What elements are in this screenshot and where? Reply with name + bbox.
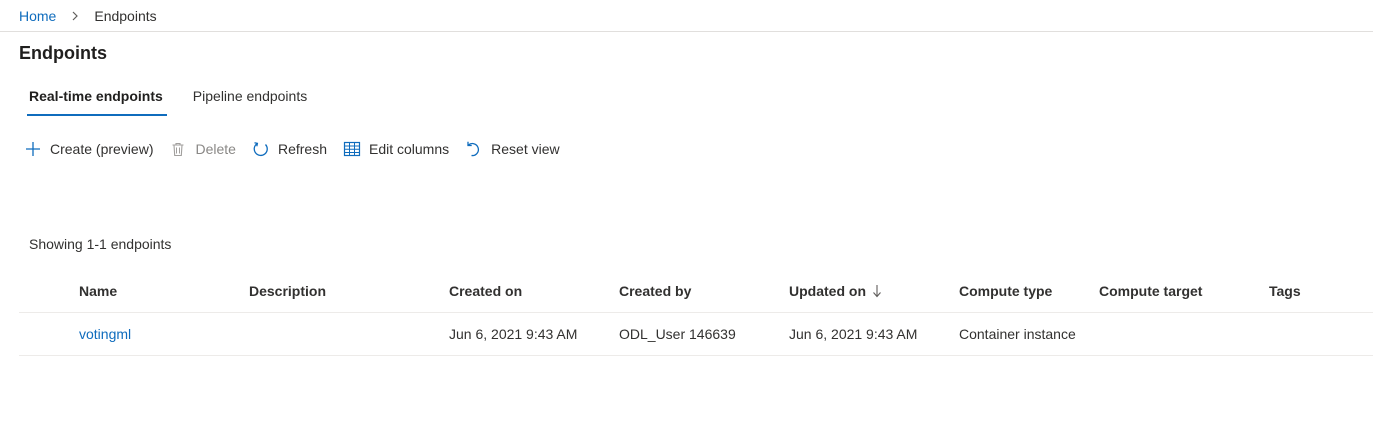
arrow-down-icon	[872, 284, 882, 298]
column-header-tags[interactable]: Tags	[1269, 270, 1301, 312]
breadcrumb: Home Endpoints	[19, 7, 157, 25]
tab-pipeline-endpoints[interactable]: Pipeline endpoints	[191, 86, 309, 106]
create-button-label: Create (preview)	[50, 141, 154, 157]
refresh-button-label: Refresh	[277, 141, 327, 157]
cell-updated-on: Jun 6, 2021 9:43 AM	[789, 326, 918, 342]
column-header-created-by[interactable]: Created by	[619, 270, 691, 312]
column-header-compute-type[interactable]: Compute type	[959, 270, 1052, 312]
column-header-updated-on[interactable]: Updated on	[789, 270, 882, 312]
column-header-name[interactable]: Name	[79, 270, 117, 312]
tab-real-time-endpoints[interactable]: Real-time endpoints	[27, 86, 167, 116]
endpoint-name-link[interactable]: votingml	[79, 313, 131, 355]
delete-button[interactable]: Delete	[169, 140, 236, 158]
edit-columns-button-label: Edit columns	[368, 141, 450, 157]
undo-icon	[465, 140, 483, 158]
cell-created-on: Jun 6, 2021 9:43 AM	[449, 326, 578, 342]
table-row[interactable]: votingml Jun 6, 2021 9:43 AM ODL_User 14…	[19, 313, 1373, 356]
edit-columns-button[interactable]: Edit columns	[343, 140, 449, 158]
column-header-description[interactable]: Description	[249, 270, 326, 312]
header-divider	[0, 31, 1373, 32]
column-header-created-on[interactable]: Created on	[449, 270, 522, 312]
endpoints-table: Name Description Created on Created by U…	[19, 270, 1373, 356]
table-icon	[343, 140, 361, 158]
chevron-right-icon	[70, 10, 82, 22]
reset-view-button-label: Reset view	[491, 141, 560, 157]
cell-compute-type: Container instance	[959, 326, 1076, 342]
breadcrumb-current: Endpoints	[94, 8, 157, 24]
tab-bar: Real-time endpoints Pipeline endpoints	[27, 86, 335, 116]
breadcrumb-home-link[interactable]: Home	[19, 8, 56, 24]
create-button[interactable]: Create (preview)	[24, 140, 153, 158]
refresh-icon	[252, 140, 270, 158]
plus-icon	[24, 140, 42, 158]
table-header-row: Name Description Created on Created by U…	[19, 270, 1373, 313]
command-bar: Create (preview) Delete Refresh Edit col…	[24, 138, 576, 160]
reset-view-button[interactable]: Reset view	[465, 140, 560, 158]
page-title: Endpoints	[19, 43, 107, 63]
column-header-updated-on-label: Updated on	[789, 283, 866, 299]
cell-created-by: ODL_User 146639	[619, 326, 736, 342]
trash-icon	[169, 140, 187, 158]
refresh-button[interactable]: Refresh	[252, 140, 327, 158]
column-header-compute-target[interactable]: Compute target	[1099, 270, 1202, 312]
delete-button-label: Delete	[195, 141, 236, 157]
results-count: Showing 1-1 endpoints	[29, 236, 172, 252]
